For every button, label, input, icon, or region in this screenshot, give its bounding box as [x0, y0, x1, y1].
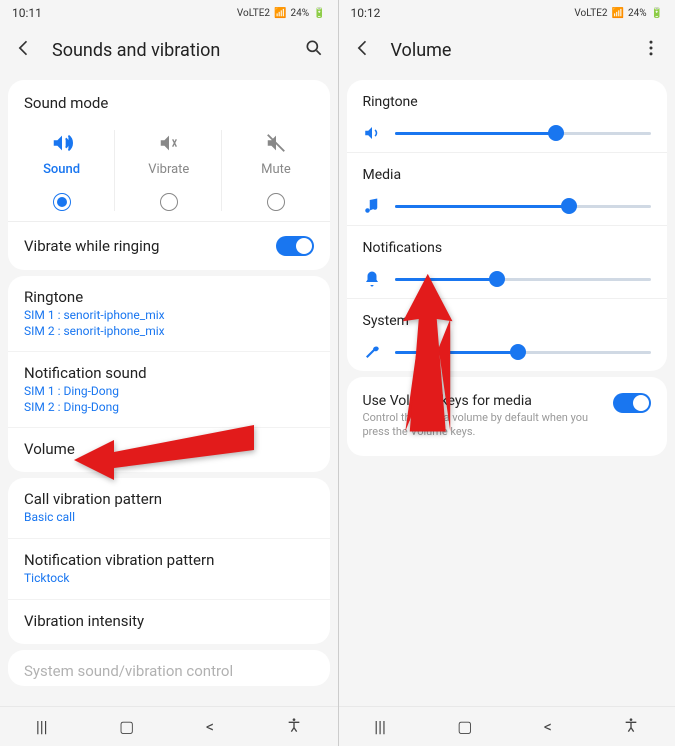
speaker-icon — [363, 124, 381, 142]
toggle-switch[interactable] — [276, 236, 314, 256]
volume-row[interactable]: Volume — [8, 427, 330, 472]
page-title: Volume — [391, 40, 624, 61]
nav-recent-icon[interactable]: ||| — [374, 717, 386, 736]
phone-left: 10:11 VoLTE2 📶 24% 🔋 Sounds and vibratio… — [0, 0, 338, 746]
more-icon[interactable] — [641, 38, 661, 62]
status-time: 10:11 — [12, 6, 42, 20]
back-icon[interactable] — [14, 38, 34, 62]
radio-icon — [267, 193, 285, 211]
row-title: Notification sound — [24, 364, 314, 382]
volume-label: Media — [363, 167, 652, 183]
row-title: Vibration intensity — [24, 612, 314, 630]
row-title: Notification vibration pattern — [24, 551, 314, 569]
navigation-bar: ||| ▢ < — [339, 706, 675, 746]
sound-mode-card: Sound mode Sound Vibrate Mute — [8, 80, 330, 270]
sound-settings-card: Ringtone SIM 1 : senorit-iphone_mix SIM … — [8, 276, 330, 472]
row-sub: Control the media volume by default when… — [363, 411, 604, 440]
mode-label: Vibrate — [148, 162, 189, 177]
nav-back-icon[interactable]: < — [544, 717, 552, 736]
app-header: Volume — [339, 26, 675, 74]
row-sub: Ticktock — [24, 571, 314, 587]
volume-system: System — [347, 299, 668, 371]
volume-keys-card: Use Volume keys for media Control the me… — [347, 377, 668, 456]
music-icon — [363, 197, 381, 215]
status-time: 10:12 — [351, 6, 381, 20]
nav-home-icon[interactable]: ▢ — [119, 717, 134, 736]
app-header: Sounds and vibration — [0, 26, 338, 74]
vibrate-while-ringing-row[interactable]: Vibrate while ringing — [8, 222, 330, 270]
mode-vibrate[interactable]: Vibrate — [115, 120, 222, 221]
volume-label: Ringtone — [363, 94, 652, 110]
cutoff-card[interactable]: System sound/vibration control — [8, 650, 330, 686]
row-title: Call vibration pattern — [24, 490, 314, 508]
search-icon[interactable] — [304, 38, 324, 62]
volume-ringtone: Ringtone — [347, 80, 668, 153]
row-sub: Basic call — [24, 510, 314, 526]
volume-label: System — [363, 313, 652, 329]
call-vibration-row[interactable]: Call vibration pattern Basic call — [8, 478, 330, 538]
volume-notifications: Notifications — [347, 226, 668, 299]
nav-accessibility-icon[interactable] — [623, 717, 639, 737]
phone-right: 10:12 VoLTE2 📶 24% 🔋 Volume Ringtone — [338, 0, 675, 746]
radio-icon — [53, 193, 71, 211]
volume-slider[interactable] — [395, 351, 652, 354]
toggle-switch[interactable] — [613, 393, 651, 413]
row-sub: SIM 2 : Ding-Dong — [24, 400, 314, 416]
row-sub: SIM 2 : senorit-iphone_mix — [24, 324, 314, 340]
content-scroll[interactable]: Ringtone Media Notifications — [339, 74, 675, 706]
row-sub: SIM 1 : senorit-iphone_mix — [24, 308, 314, 324]
row-title: Ringtone — [24, 288, 314, 306]
page-title: Sounds and vibration — [52, 40, 286, 61]
volume-label: Notifications — [363, 240, 652, 256]
volume-slider[interactable] — [395, 278, 652, 281]
mode-sound[interactable]: Sound — [8, 120, 115, 221]
mode-mute[interactable]: Mute — [222, 120, 329, 221]
row-title: Use Volume keys for media — [363, 393, 604, 409]
volume-sliders-card: Ringtone Media Notifications — [347, 80, 668, 371]
radio-icon — [160, 193, 178, 211]
statusbar: 10:11 VoLTE2 📶 24% 🔋 — [0, 0, 338, 26]
row-title: System sound/vibration control — [24, 662, 314, 680]
statusbar: 10:12 VoLTE2 📶 24% 🔋 — [339, 0, 675, 26]
notification-vibration-row[interactable]: Notification vibration pattern Ticktock — [8, 538, 330, 599]
navigation-bar: ||| ▢ < — [0, 706, 338, 746]
volume-slider[interactable] — [395, 132, 652, 135]
volume-media: Media — [347, 153, 668, 226]
status-right: VoLTE2 📶 24% 🔋 — [237, 8, 326, 19]
mode-label: Mute — [261, 162, 291, 177]
wrench-icon — [363, 343, 381, 361]
vibration-intensity-row[interactable]: Vibration intensity — [8, 599, 330, 644]
content-scroll[interactable]: Sound mode Sound Vibrate Mute — [0, 74, 338, 706]
nav-back-icon[interactable]: < — [206, 717, 214, 736]
row-title: Volume — [24, 440, 314, 458]
row-label: Vibrate while ringing — [24, 237, 159, 255]
back-icon[interactable] — [353, 38, 373, 62]
vibration-settings-card: Call vibration pattern Basic call Notifi… — [8, 478, 330, 643]
mode-label: Sound — [43, 162, 80, 177]
nav-home-icon[interactable]: ▢ — [457, 717, 472, 736]
notification-sound-row[interactable]: Notification sound SIM 1 : Ding-Dong SIM… — [8, 351, 330, 427]
sound-mode-title: Sound mode — [8, 80, 330, 120]
nav-accessibility-icon[interactable] — [286, 717, 302, 737]
volume-slider[interactable] — [395, 205, 652, 208]
row-sub: SIM 1 : Ding-Dong — [24, 384, 314, 400]
ringtone-row[interactable]: Ringtone SIM 1 : senorit-iphone_mix SIM … — [8, 276, 330, 351]
volume-keys-media-row[interactable]: Use Volume keys for media Control the me… — [347, 377, 668, 456]
status-right: VoLTE2 📶 24% 🔋 — [574, 8, 663, 19]
nav-recent-icon[interactable]: ||| — [36, 717, 48, 736]
bell-icon — [363, 270, 381, 288]
